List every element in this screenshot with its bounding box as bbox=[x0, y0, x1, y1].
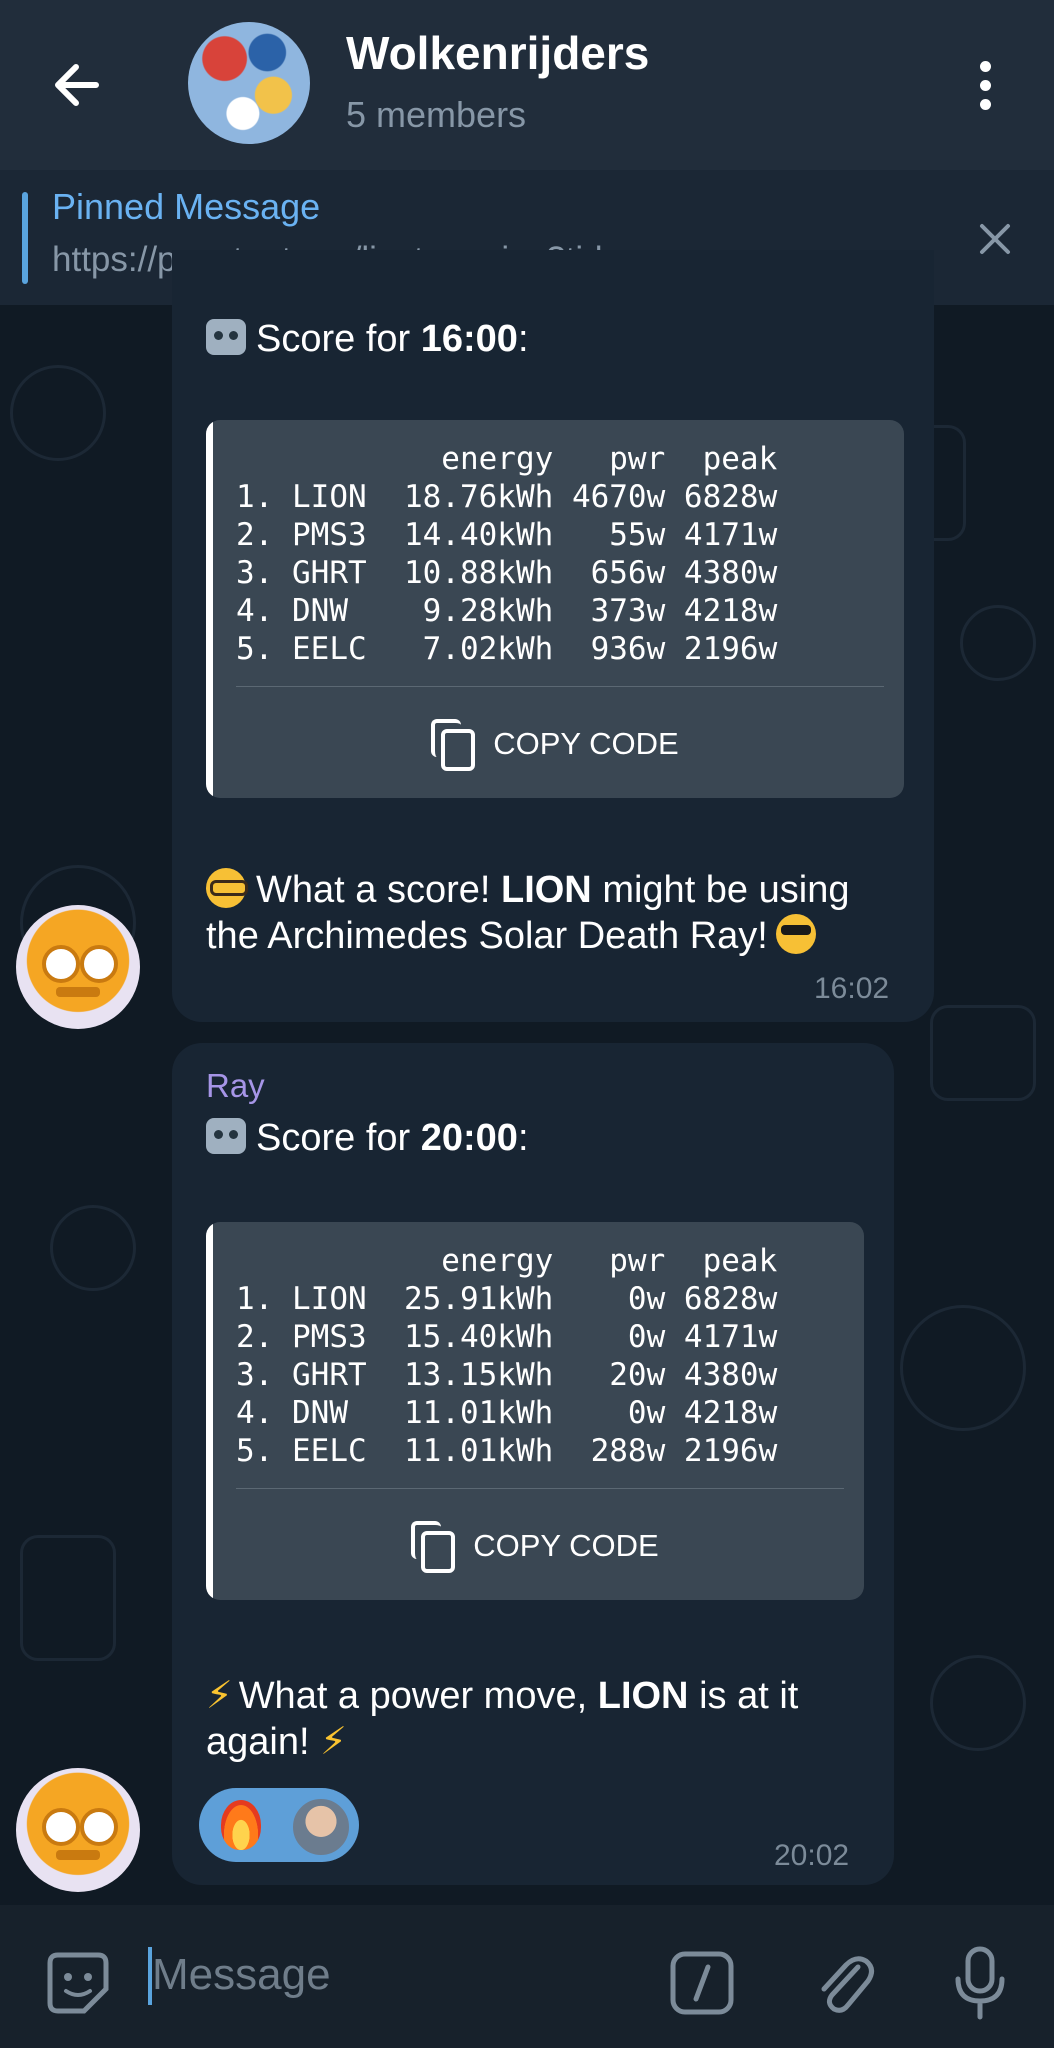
lightning-emoji-icon: ⚡ bbox=[206, 1675, 233, 1717]
heading-text: Score for bbox=[256, 318, 421, 360]
chat-header: Wolkenrijders 5 members bbox=[0, 0, 1054, 170]
bot-command-button[interactable] bbox=[668, 1949, 736, 2022]
copy-code-button[interactable]: COPY CODE bbox=[206, 1516, 864, 1576]
paperclip-icon bbox=[821, 1956, 874, 2013]
code-block[interactable]: energy pwr peak 1. LION 25.91kWh 0w 6828… bbox=[206, 1222, 864, 1600]
heading-time: 16:00 bbox=[420, 318, 518, 360]
microphone-icon bbox=[955, 1946, 1005, 2020]
footer-bold: LION bbox=[597, 1675, 689, 1717]
message-heading: Score for 20:00: bbox=[206, 1117, 529, 1160]
message-bubble[interactable]: Ray Score for 20:00: energy pwr peak 1. … bbox=[172, 1043, 894, 1885]
message-footer-line: the Archimedes Solar Death Ray! bbox=[206, 914, 816, 958]
copy-icon bbox=[411, 1521, 456, 1573]
footer-text: might be using bbox=[591, 869, 850, 911]
copy-code-label: COPY CODE bbox=[493, 726, 679, 761]
fire-emoji-icon bbox=[221, 1800, 261, 1850]
robot-emoji-icon bbox=[206, 319, 246, 355]
message-footer-line: again! ⚡ bbox=[206, 1719, 353, 1764]
code-separator bbox=[236, 686, 884, 687]
footer-text: What a power move, bbox=[238, 1675, 598, 1717]
voice-record-button[interactable] bbox=[950, 1943, 1010, 2028]
code-block[interactable]: energy pwr peak 1. LION 18.76kWh 4670w 6… bbox=[206, 420, 904, 798]
avatar-eye bbox=[80, 945, 118, 983]
sender-name[interactable]: Ray bbox=[206, 1067, 265, 1105]
message-footer-line: What a score! LION might be using bbox=[206, 868, 849, 912]
avatar-mouth bbox=[56, 987, 100, 997]
footer-text: again! bbox=[206, 1721, 310, 1763]
message-input[interactable]: Message bbox=[152, 1950, 331, 2000]
sender-avatar[interactable] bbox=[16, 905, 140, 1029]
attach-button[interactable] bbox=[808, 1945, 878, 2026]
footer-bold: LION bbox=[500, 869, 592, 911]
reactor-avatar bbox=[291, 1797, 351, 1857]
avatar-eye bbox=[80, 1808, 118, 1846]
sender-avatar[interactable] bbox=[16, 1768, 140, 1892]
sticker-button[interactable] bbox=[44, 1949, 112, 2022]
avatar-mouth bbox=[56, 1850, 100, 1860]
heading-time: 20:00 bbox=[420, 1117, 518, 1159]
more-menu-button[interactable] bbox=[960, 55, 1010, 115]
heading-colon: : bbox=[517, 1117, 529, 1159]
chat-title[interactable]: Wolkenrijders bbox=[346, 26, 649, 80]
copy-code-button[interactable]: COPY CODE bbox=[206, 714, 904, 774]
message-heading: Score for 16:00: bbox=[206, 318, 529, 361]
robot-emoji-icon bbox=[206, 1118, 246, 1154]
message-bubble[interactable]: Score for 16:00: energy pwr peak 1. LION… bbox=[172, 250, 934, 1022]
footer-text: is at it bbox=[688, 1675, 799, 1717]
pinned-indicator bbox=[22, 192, 28, 284]
copy-code-label: COPY CODE bbox=[473, 1528, 659, 1563]
footer-text: What a score! bbox=[256, 869, 501, 911]
arrow-left-icon bbox=[55, 64, 99, 106]
message-time: 20:02 bbox=[774, 1839, 850, 1872]
group-avatar[interactable] bbox=[188, 22, 310, 144]
score-table-code: energy pwr peak 1. LION 18.76kWh 4670w 6… bbox=[236, 441, 778, 667]
avatar-eye bbox=[42, 1808, 80, 1846]
back-button[interactable] bbox=[40, 45, 120, 125]
pinned-title: Pinned Message bbox=[52, 186, 321, 227]
pinned-close-button[interactable] bbox=[970, 214, 1020, 264]
heading-colon: : bbox=[517, 318, 529, 360]
member-count: 5 members bbox=[346, 94, 527, 135]
score-table-code: energy pwr peak 1. LION 25.91kWh 0w 6828… bbox=[236, 1243, 778, 1469]
message-input-bar: Message bbox=[0, 1905, 1054, 2048]
message-time: 16:02 bbox=[814, 972, 890, 1005]
sticker-icon bbox=[47, 1952, 109, 2014]
message-footer-line: ⚡ What a power move, LION is at it bbox=[206, 1673, 798, 1718]
avatar-eye bbox=[42, 945, 80, 983]
code-separator bbox=[236, 1488, 844, 1489]
reaction-chip[interactable] bbox=[199, 1788, 359, 1862]
slash-command-icon bbox=[670, 1951, 734, 2015]
heading-text: Score for bbox=[256, 1117, 421, 1159]
footer-text: the Archimedes Solar Death Ray! bbox=[206, 915, 768, 957]
sunglasses-emoji-icon bbox=[775, 914, 816, 954]
lightning-emoji-icon: ⚡ bbox=[320, 1721, 347, 1763]
nerd-face-emoji-icon bbox=[206, 868, 248, 908]
copy-icon bbox=[431, 719, 476, 771]
close-icon bbox=[980, 224, 1010, 254]
